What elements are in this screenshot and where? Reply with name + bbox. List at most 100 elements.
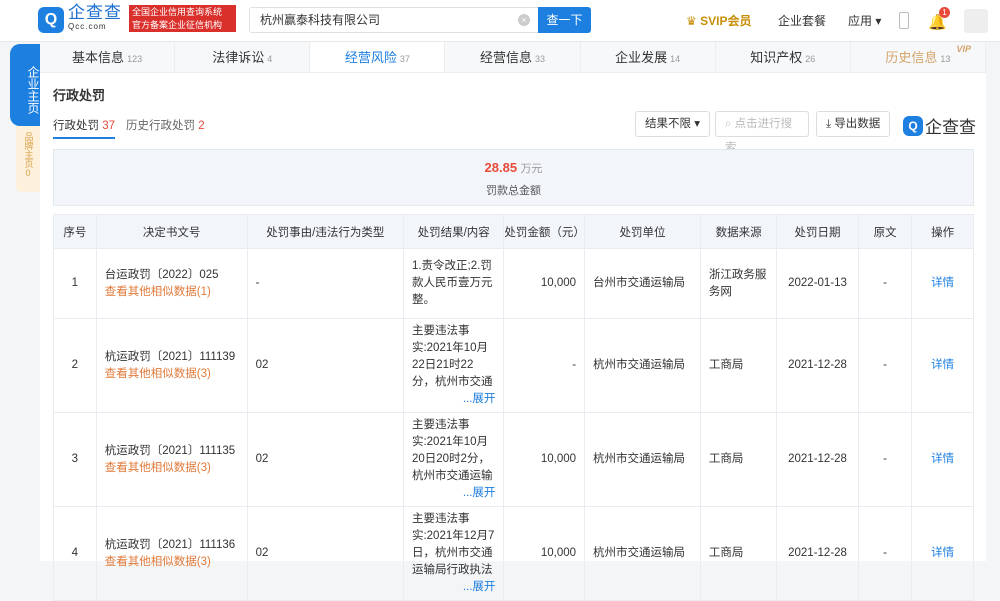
sidebar-brand-home[interactable]: 品牌主页 0 (16, 126, 40, 192)
details-link[interactable]: 详情 (911, 506, 974, 601)
search-value: 杭州赢泰科技有限公司 (260, 13, 381, 27)
fine-total-amount: 28.85 (484, 160, 518, 175)
tab-count: 123 (127, 54, 143, 64)
data-source: 工商局 (699, 506, 778, 601)
decision-doc-cell: 杭运政罚〔2021〕111139 查看其他相似数据(3) (95, 318, 248, 413)
subtab-history-penalty[interactable]: 历史行政处罚 2 (126, 117, 205, 133)
column-header: 处罚单位 (584, 214, 701, 249)
penalty-result-cell: 主要违法事实:2021年12月7日，杭州市交通运输局行政执法人 ...展开 (402, 506, 505, 601)
column-header: 数据来源 (699, 214, 778, 249)
decision-doc-cell: 杭运政罚〔2021〕111135 查看其他相似数据(3) (95, 412, 248, 507)
export-label: 导出数据 (834, 118, 881, 130)
subtab-label: 历史行政处罚 (126, 120, 195, 132)
penalty-result-cell: 主要违法事实:2021年10月22日21时22分，杭州市交通运输局 ...展开 (402, 318, 505, 413)
row-number: 4 (53, 506, 97, 601)
column-header: 原文 (857, 214, 913, 249)
similar-data-link[interactable]: 查看其他相似数据(1) (105, 284, 239, 301)
original-doc: - (857, 318, 913, 413)
tab-count: 37 (399, 54, 410, 64)
logo[interactable]: Q 企查查 Qcc.com (38, 4, 122, 34)
tab-label: 经营风险 (344, 50, 397, 65)
tab-count: 14 (670, 54, 681, 64)
penalty-date: 2021-12-28 (776, 318, 859, 413)
download-icon: ⤓ (826, 118, 832, 130)
column-header: 决定书文号 (95, 214, 248, 249)
penalty-reason: - (246, 248, 404, 319)
badge-line: 官方备案企业征信机构 (132, 20, 223, 30)
penalty-result: 主要违法事实:2021年10月22日21时22分，杭州市交通运输局 (411, 325, 493, 388)
penalty-table: 序号 决定书文号 处罚事由/违法行为类型 处罚结果/内容 处罚金额（元） 处罚单位 数据来源… (53, 214, 974, 601)
tab-basic-info[interactable]: 基本信息 123 (40, 42, 176, 72)
column-header: 处罚金额（元） (503, 214, 586, 249)
column-header: 操作 (911, 214, 974, 249)
tab-history[interactable]: 历史信息 13 VIP (851, 42, 986, 72)
original-doc: - (857, 412, 913, 507)
expand-link[interactable]: ...展开 (463, 391, 496, 408)
tab-development[interactable]: 企业发展 14 (581, 42, 716, 72)
search-input[interactable]: 杭州赢泰科技有限公司 × (249, 7, 539, 33)
fine-unit: 万元 (520, 163, 543, 175)
penalty-date: 2022-01-13 (776, 248, 859, 319)
clear-icon[interactable]: × (518, 14, 530, 26)
details-link[interactable]: 详情 (911, 412, 974, 507)
subtab-label: 行政处罚 (53, 120, 99, 132)
penalty-authority: 杭州市交通运输局 (584, 506, 701, 601)
expand-link[interactable]: ...展开 (463, 485, 496, 502)
penalty-result: 主要违法事实:2021年10月20日20时2分，杭州市交通运输局行 (411, 419, 493, 482)
tab-label: 历史信息 (885, 50, 938, 65)
details-link[interactable]: 详情 (911, 248, 974, 319)
package-link[interactable]: 企业套餐 (778, 12, 826, 29)
export-button[interactable]: ⤓ 导出数据 (816, 111, 891, 137)
tab-label: 基本信息 (72, 50, 125, 65)
tab-legal[interactable]: 法律诉讼 4 (175, 42, 311, 72)
tab-count: 26 (805, 54, 816, 64)
tab-business-info[interactable]: 经营信息 33 (445, 42, 581, 72)
row-number: 2 (53, 318, 97, 413)
subtab-penalty[interactable]: 行政处罚 37 (53, 117, 115, 139)
result-filter-dropdown[interactable]: 结果不限 ▾ (635, 111, 710, 137)
penalty-amount: 10,000 (503, 506, 586, 601)
decision-doc-number: 台运政罚〔2022〕025 (104, 268, 219, 281)
search-button[interactable]: 查一下 (538, 7, 591, 33)
qcc-watermark-logo: Q 企查查 (903, 113, 976, 138)
details-link[interactable]: 详情 (911, 318, 974, 413)
mobile-icon[interactable] (899, 12, 909, 29)
data-source: 工商局 (699, 412, 778, 507)
row-number: 1 (53, 248, 97, 319)
column-header: 处罚事由/违法行为类型 (246, 214, 404, 249)
svip-link[interactable]: ♛ SVIP会员 (686, 12, 751, 29)
decision-doc-number: 杭运政罚〔2021〕111136 (104, 538, 236, 551)
decision-doc-cell: 台运政罚〔2022〕025 查看其他相似数据(1) (95, 248, 248, 319)
similar-data-link[interactable]: 查看其他相似数据(3) (105, 366, 239, 383)
penalty-amount: 10,000 (503, 412, 586, 507)
similar-data-link[interactable]: 查看其他相似数据(3) (105, 460, 239, 477)
decision-doc-cell: 杭运政罚〔2021〕111136 查看其他相似数据(3) (95, 506, 248, 601)
tab-ip[interactable]: 知识产权 26 (716, 42, 851, 72)
table-search-input[interactable]: ⌕ 点击进行搜索 (715, 111, 809, 154)
crown-icon: ♛ (686, 14, 697, 28)
column-header: 序号 (53, 214, 97, 249)
similar-data-link[interactable]: 查看其他相似数据(3) (105, 554, 239, 571)
brand-home-label: 品牌主页 (23, 132, 34, 168)
original-doc: - (857, 248, 913, 319)
expand-link[interactable]: ...展开 (463, 579, 496, 596)
main-content: 基本信息 123 法律诉讼 4 经营风险 37 经营信息 33 企业发展 14 知识产权 2… (40, 42, 986, 601)
tab-bar: 基本信息 123 法律诉讼 4 经营风险 37 经营信息 33 企业发展 14 知识产权 2… (40, 42, 986, 73)
search-icon: ⌕ (725, 118, 732, 130)
sidebar-company-home[interactable]: 企业主页 (10, 44, 40, 126)
table-row: 2 杭运政罚〔2021〕111139 查看其他相似数据(3) 02 主要违法事实:… (53, 318, 974, 413)
row-number: 3 (53, 412, 97, 507)
notification-badge: 1 (939, 7, 950, 18)
avatar[interactable] (964, 9, 988, 33)
tab-business-risk[interactable]: 经营风险 37 (310, 42, 446, 72)
fine-summary: 28.85 万元 罚款总金额 (53, 149, 974, 206)
penalty-result: 1.责令改正;2.罚款人民币壹万元整。 (411, 260, 493, 306)
decision-doc-number: 杭运政罚〔2021〕111139 (104, 350, 236, 363)
tab-count: 33 (534, 54, 545, 64)
decision-doc-number: 杭运政罚〔2021〕111135 (104, 444, 236, 457)
penalty-reason: 02 (246, 412, 404, 507)
section-title: 行政处罚 (53, 88, 106, 103)
logo-domain: Qcc.com (68, 22, 107, 31)
apps-menu[interactable]: 应用 ▾ (848, 12, 881, 29)
table-row: 1 台运政罚〔2022〕025 查看其他相似数据(1) - 1.责令改正;2.罚款… (53, 248, 974, 319)
